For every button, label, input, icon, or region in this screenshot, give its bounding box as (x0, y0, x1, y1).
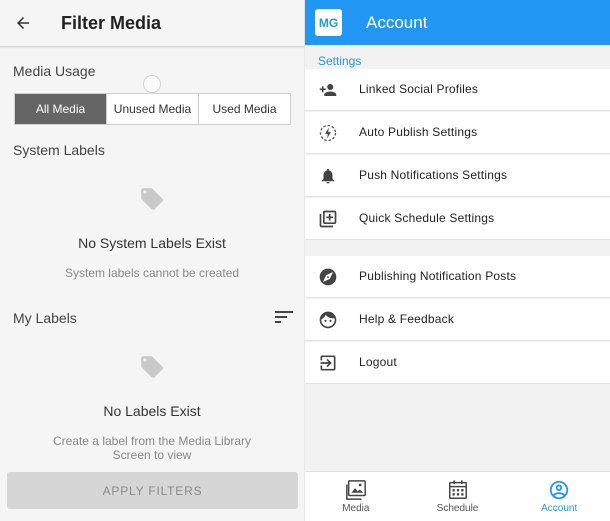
filter-header: Filter Media (0, 0, 304, 47)
my-labels-empty-title: No Labels Exist (103, 403, 201, 419)
menu-item-label: Help & Feedback (359, 312, 455, 326)
bottom-navigation: Media Schedule Account (305, 471, 610, 521)
arrow-left-icon (17, 17, 29, 29)
menu-item-publishing-notification-posts[interactable]: Publishing Notification Posts (305, 256, 610, 298)
nav-label: Media (342, 503, 370, 514)
segment-all-media[interactable]: All Media (15, 94, 107, 124)
menu-item-label: Push Notifications Settings (359, 168, 508, 182)
menu-item-help-feedback[interactable]: Help & Feedback (305, 299, 610, 341)
menu-item-label: Publishing Notification Posts (359, 269, 517, 283)
system-labels-empty-subtitle: System labels cannot be created (64, 266, 240, 280)
add-person-icon (319, 84, 337, 96)
account-header: MG Account (305, 0, 610, 45)
nav-schedule[interactable]: Schedule (407, 472, 509, 521)
menu-item-label: Auto Publish Settings (359, 125, 478, 139)
filter-media-panel: Filter Media Media Usage All Media Unuse… (0, 0, 304, 521)
calendar-icon (448, 480, 467, 499)
menu-item-label: Linked Social Profiles (359, 82, 479, 96)
menu-item-linked-social-profiles[interactable]: Linked Social Profiles (305, 69, 610, 111)
menu-item-label: Quick Schedule Settings (359, 211, 495, 225)
compass-icon (319, 268, 337, 286)
apply-filters-button[interactable]: APPLY FILTERS (7, 472, 298, 509)
segment-used-media[interactable]: Used Media (199, 94, 290, 124)
add-box-icon (319, 210, 337, 228)
segment-unused-media[interactable]: Unused Media (107, 94, 199, 124)
system-labels-heading: System Labels (13, 142, 105, 158)
image-icon (345, 480, 366, 500)
media-usage-label: Media Usage (13, 63, 96, 79)
auto-publish-icon (319, 124, 337, 142)
bell-icon (322, 168, 334, 184)
avatar[interactable]: MG (315, 9, 342, 36)
nav-label: Schedule (436, 503, 479, 514)
account-panel: MG Account Settings Linked Social Profil… (305, 0, 610, 521)
menu-item-label: Logout (359, 355, 397, 369)
menu-item-logout[interactable]: Logout (305, 342, 610, 384)
menu-item-quick-schedule-settings[interactable]: Quick Schedule Settings (305, 198, 610, 240)
face-icon (319, 311, 337, 329)
system-labels-empty-title: No System Labels Exist (78, 235, 226, 251)
logout-icon (320, 355, 336, 371)
tag-icon (141, 188, 163, 210)
my-labels-heading: My Labels (13, 310, 77, 326)
nav-label: Account (541, 503, 578, 514)
account-title: Account (366, 13, 428, 32)
my-labels-empty-subtitle: Create a label from the Media Library Sc… (52, 434, 252, 462)
tag-icon (141, 356, 163, 378)
account-circle-icon (550, 480, 569, 500)
sort-icon[interactable] (275, 310, 293, 324)
nav-account[interactable]: Account (508, 472, 610, 521)
back-button[interactable] (10, 10, 36, 36)
menu-item-auto-publish-settings[interactable]: Auto Publish Settings (305, 112, 610, 154)
page-title: Filter Media (61, 13, 162, 33)
ripple-indicator (143, 75, 161, 93)
menu-item-push-notifications-settings[interactable]: Push Notifications Settings (305, 155, 610, 197)
nav-media[interactable]: Media (305, 472, 407, 521)
settings-section-header: Settings (318, 54, 362, 68)
media-usage-segmented-control: All Media Unused Media Used Media (14, 93, 291, 125)
